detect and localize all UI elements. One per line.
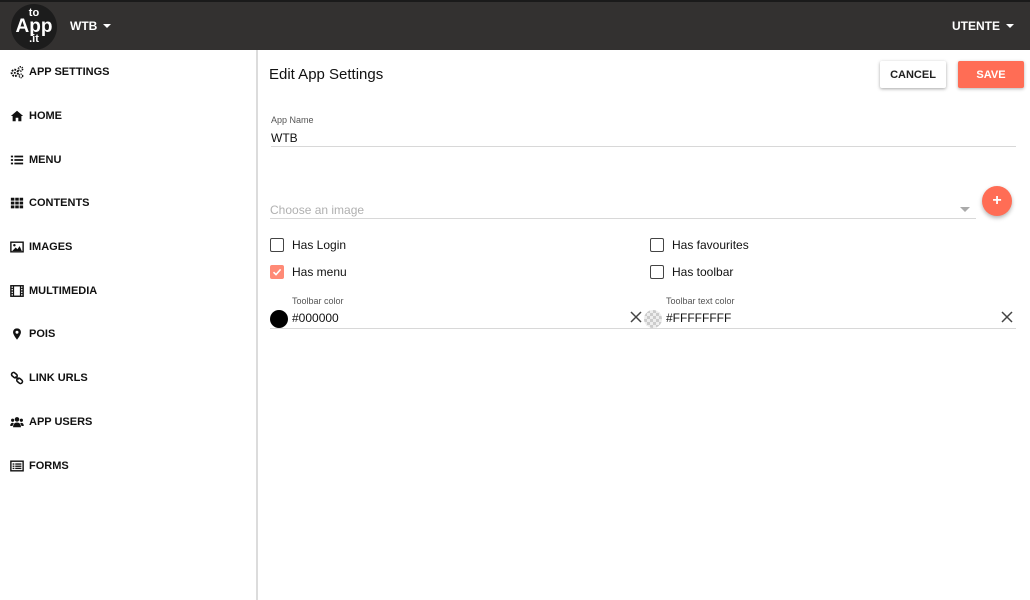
sidebar-item-images[interactable]: IMAGES [9,237,72,257]
sidebar-item-label: CONTENTS [29,197,90,209]
checkbox-label: Has menu [292,265,347,279]
sidebar-item-label: FORMS [29,460,69,472]
sidebar-item-label: IMAGES [29,241,73,253]
app-switcher-dropdown[interactable]: WTB [70,19,112,33]
map-marker-icon [9,327,24,341]
toolbar-color-field[interactable]: #000000 [270,309,645,329]
sidebar-item-home[interactable]: HOME [9,106,62,126]
app-logo[interactable]: to App .it [11,4,57,50]
sidebar-item-label: HOME [29,110,62,122]
link-icon [9,371,24,385]
checkbox-label: Has Login [292,238,347,252]
checkmark-icon [270,265,284,279]
sidebar: APP SETTINGS HOME MENU CONTENTS IMAGES M… [0,50,258,600]
color-swatch[interactable] [270,310,288,328]
has-toolbar-checkbox[interactable]: Has toolbar [650,265,733,279]
caret-down-icon [103,24,112,28]
add-image-button[interactable]: + [982,186,1012,216]
top-bar: to App .it WTB UTENTE [0,0,1030,50]
users-icon [9,415,24,429]
sidebar-item-menu[interactable]: MENU [9,150,61,170]
cancel-button[interactable]: CANCEL [880,61,946,88]
toolbar-color-label: Toolbar color [292,296,344,306]
sidebar-item-label: APP USERS [29,416,93,428]
sidebar-item-app-settings[interactable]: APP SETTINGS [9,62,109,82]
toolbar-text-color-label: Toolbar text color [666,296,735,306]
has-login-checkbox[interactable]: Has Login [270,238,346,252]
sidebar-item-contents[interactable]: CONTENTS [9,193,90,213]
page-title: Edit App Settings [269,66,384,83]
image-icon [9,240,24,254]
close-icon[interactable] [629,309,643,325]
caret-down-icon [1006,24,1014,28]
app-name-label: App Name [271,115,314,125]
grid-icon [9,196,24,210]
image-select[interactable]: Choose an image [270,201,976,219]
close-icon[interactable] [1000,309,1014,325]
sidebar-item-label: MENU [29,154,62,166]
user-menu-dropdown[interactable]: UTENTE [952,19,1014,33]
color-swatch[interactable] [644,310,662,328]
app-name-input[interactable] [271,129,1016,147]
sidebar-item-label: POIS [29,328,56,340]
toolbar-text-color-field[interactable]: #FFFFFFFF [644,309,1016,329]
app-switcher-label: WTB [70,19,98,33]
caret-down-icon [960,207,970,212]
user-menu-label: UTENTE [952,19,1000,33]
list-icon [9,153,24,167]
has-favourites-checkbox[interactable]: Has favourites [650,238,749,252]
checkbox-box [270,238,284,252]
sidebar-item-pois[interactable]: POIS [9,324,55,344]
toolbar-text-color-value: #FFFFFFFF [666,311,732,325]
logo-text-bottom: .it [29,33,39,45]
form-icon [9,459,24,473]
checkbox-box [650,265,664,279]
checkbox-box [650,238,664,252]
has-menu-checkbox[interactable]: Has menu [270,265,347,279]
sidebar-item-app-users[interactable]: APP USERS [9,412,92,432]
image-select-placeholder: Choose an image [270,203,365,217]
sidebar-item-link-urls[interactable]: LINK URLS [9,368,88,388]
toolbar-color-value: #000000 [292,311,339,325]
sidebar-item-forms[interactable]: FORMS [9,456,69,476]
sidebar-item-multimedia[interactable]: MULTIMEDIA [9,281,97,301]
save-button[interactable]: SAVE [958,61,1024,88]
checkbox-label: Has toolbar [672,265,734,279]
film-icon [9,284,24,298]
gears-icon [9,65,24,79]
sidebar-item-label: MULTIMEDIA [29,285,98,297]
checkbox-label: Has favourites [672,238,749,252]
home-icon [9,109,24,123]
sidebar-item-label: LINK URLS [29,372,88,384]
main-panel: Edit App Settings CANCEL SAVE App Name C… [260,50,1030,600]
sidebar-item-label: APP SETTINGS [29,66,110,78]
